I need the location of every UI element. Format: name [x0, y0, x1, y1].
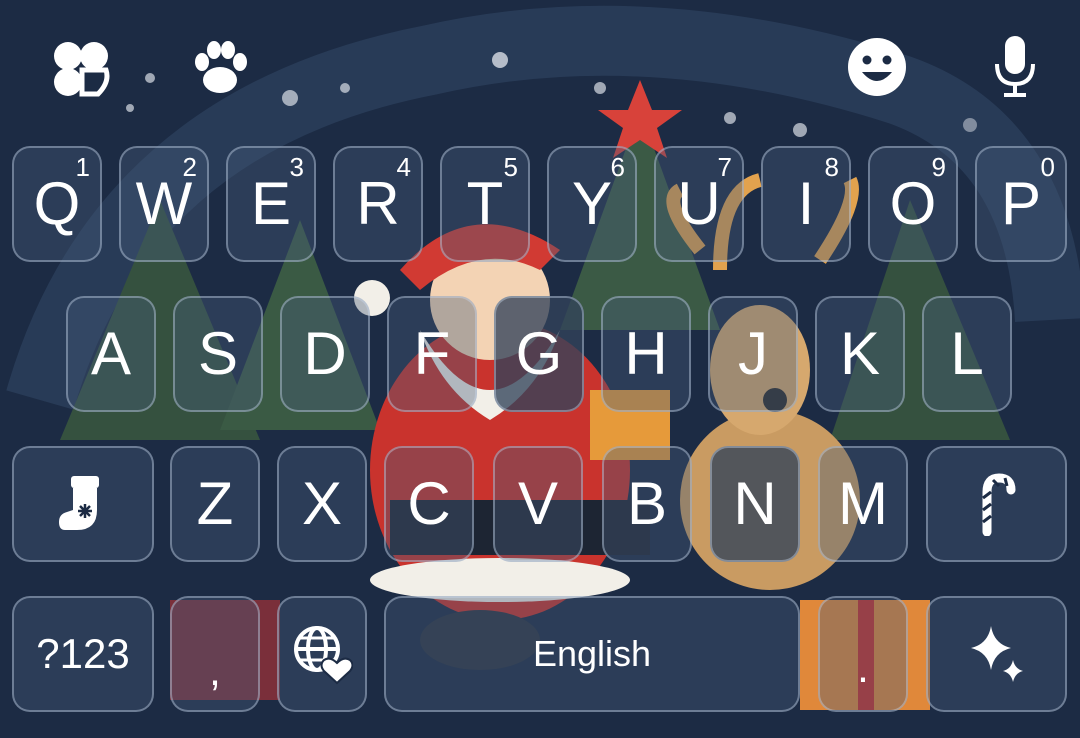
- theme-clover-icon[interactable]: [50, 38, 112, 100]
- comma-key[interactable]: ,: [170, 596, 260, 712]
- key-k[interactable]: K: [815, 296, 905, 412]
- key-s[interactable]: S: [173, 296, 263, 412]
- key-n[interactable]: N: [710, 446, 800, 562]
- key-c[interactable]: C: [384, 446, 474, 562]
- key-z[interactable]: Z: [170, 446, 260, 562]
- period-key[interactable]: .: [818, 596, 908, 712]
- paw-icon[interactable]: [190, 38, 250, 98]
- key-a[interactable]: A: [66, 296, 156, 412]
- globe-heart-icon: [294, 626, 353, 685]
- emoji-icon[interactable]: [846, 36, 908, 98]
- language-key[interactable]: [277, 596, 367, 712]
- microphone-icon[interactable]: [990, 34, 1040, 100]
- key-p[interactable]: P0: [975, 146, 1067, 262]
- keyboard: Q1 W2 E3 R4 T5 Y6 U7 I8 O9 P0 A S D F G …: [0, 0, 1080, 738]
- key-m[interactable]: M: [818, 446, 908, 562]
- enter-key[interactable]: [926, 596, 1067, 712]
- key-h[interactable]: H: [601, 296, 691, 412]
- key-r[interactable]: R4: [333, 146, 423, 262]
- key-l[interactable]: L: [922, 296, 1012, 412]
- key-f[interactable]: F: [387, 296, 477, 412]
- key-i[interactable]: I8: [761, 146, 851, 262]
- key-o[interactable]: O9: [868, 146, 958, 262]
- shift-key[interactable]: [12, 446, 154, 562]
- christmas-stocking-icon: [59, 476, 99, 530]
- candy-cane-icon: [981, 473, 1015, 536]
- key-t[interactable]: T5: [440, 146, 530, 262]
- key-e[interactable]: E3: [226, 146, 316, 262]
- symbols-key[interactable]: ?123: [12, 596, 154, 712]
- key-q[interactable]: Q1: [12, 146, 102, 262]
- key-u[interactable]: U7: [654, 146, 744, 262]
- key-d[interactable]: D: [280, 296, 370, 412]
- key-w[interactable]: W2: [119, 146, 209, 262]
- space-key[interactable]: English: [384, 596, 800, 712]
- key-g[interactable]: G: [494, 296, 584, 412]
- key-b[interactable]: B: [602, 446, 692, 562]
- key-j[interactable]: J: [708, 296, 798, 412]
- sparkle-icon: [970, 626, 1023, 682]
- key-v[interactable]: V: [493, 446, 583, 562]
- backspace-key[interactable]: [926, 446, 1067, 562]
- key-x[interactable]: X: [277, 446, 367, 562]
- key-y[interactable]: Y6: [547, 146, 637, 262]
